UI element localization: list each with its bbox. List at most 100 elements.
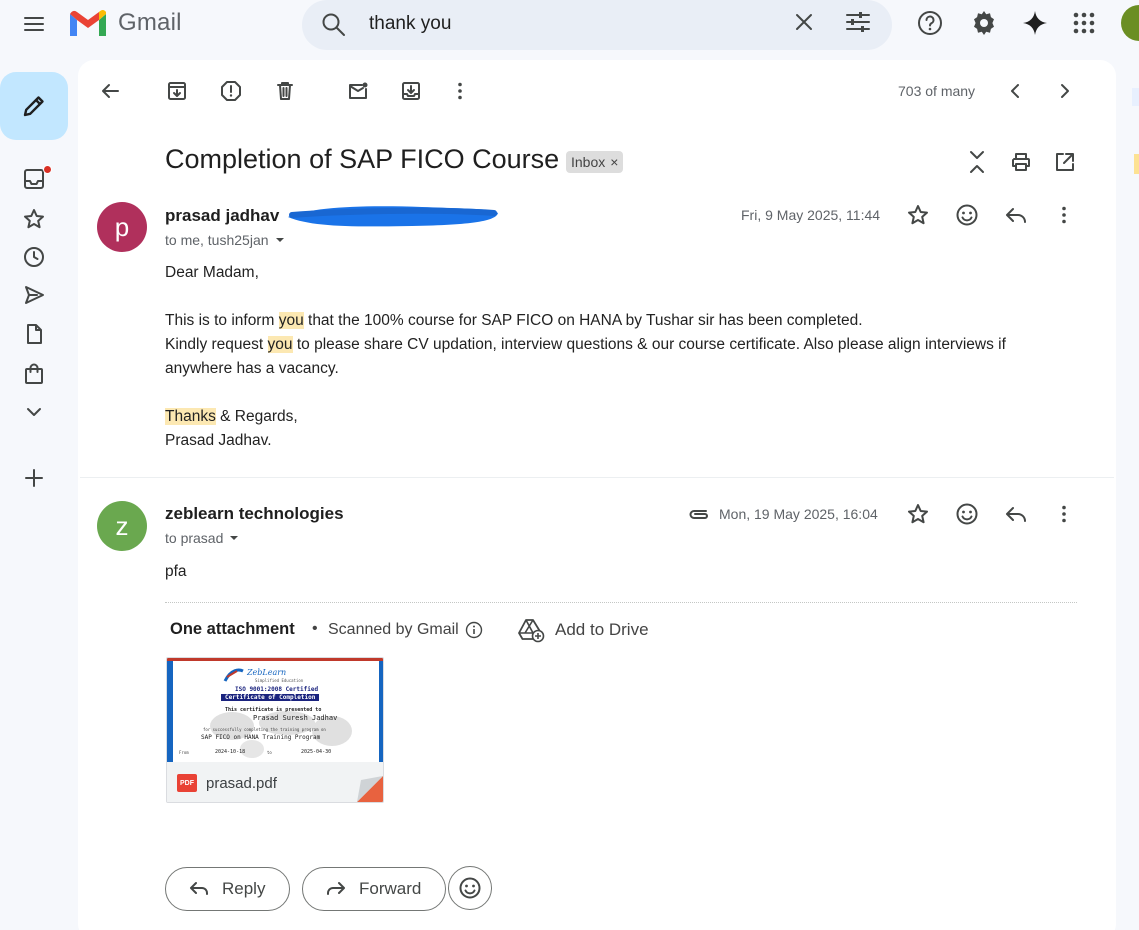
- star-icon: [24, 209, 44, 229]
- print-button[interactable]: [1004, 145, 1038, 179]
- forward-pill-button[interactable]: Forward: [302, 867, 447, 911]
- message-body: pfa: [165, 563, 187, 580]
- chevron-left-icon: [1011, 84, 1019, 98]
- reply-icon: [1006, 208, 1026, 223]
- nav-purchases[interactable]: [14, 357, 54, 391]
- collapse-all-button[interactable]: [960, 145, 994, 179]
- gear-icon: [974, 11, 994, 35]
- older-button[interactable]: [1047, 74, 1081, 108]
- reply-pill-button[interactable]: Reply: [165, 867, 291, 911]
- emoji-icon: [956, 503, 978, 525]
- report-spam-button[interactable]: [214, 74, 248, 108]
- unfold-less-icon: [970, 151, 984, 173]
- account-avatar[interactable]: [1121, 5, 1139, 41]
- cert-from-label: From: [179, 750, 189, 755]
- text: Kindly request: [165, 336, 268, 353]
- recipients-toggle[interactable]: to prasad: [165, 530, 239, 546]
- scanned-info[interactable]: Scanned by Gmail: [328, 621, 483, 639]
- reply-button[interactable]: [998, 197, 1034, 233]
- text: & Regards,: [215, 408, 298, 425]
- settings-button[interactable]: [964, 3, 1004, 43]
- gmail-logo[interactable]: Gmail: [68, 8, 182, 38]
- send-icon: [25, 286, 44, 304]
- report-icon: [221, 81, 241, 101]
- move-to-inbox-icon: [402, 82, 420, 100]
- star-icon: [908, 205, 928, 225]
- attachment-preview: ZebLearn Simplified Education ISO 9001:2…: [167, 658, 383, 765]
- open-new-window-button[interactable]: [1048, 145, 1082, 179]
- add-reaction-button[interactable]: [949, 197, 985, 233]
- clear-search-button[interactable]: [790, 8, 818, 36]
- sender-name[interactable]: prasad jadhav: [165, 206, 279, 226]
- attachment-card[interactable]: ZebLearn Simplified Education ISO 9001:2…: [166, 657, 384, 803]
- reply-button[interactable]: [998, 496, 1034, 532]
- plus-icon: [25, 469, 43, 487]
- pager-label: 703 of many: [898, 83, 976, 99]
- body-line: Kindly request you to please share CV up…: [165, 333, 1006, 357]
- remove-label-button[interactable]: ×: [610, 154, 618, 170]
- forward-icon: [327, 882, 345, 895]
- message-more-button[interactable]: [1046, 197, 1082, 233]
- side-panel-edge-keep: [1134, 154, 1139, 174]
- separator: •: [312, 620, 318, 637]
- sender-avatar[interactable]: z: [97, 501, 147, 551]
- page-curl-icon: [357, 776, 383, 802]
- attachments-title: One attachment: [170, 620, 295, 638]
- support-button[interactable]: [910, 3, 950, 43]
- search-icon[interactable]: [318, 9, 350, 41]
- reply-icon: [190, 882, 208, 895]
- more-options-button[interactable]: [443, 74, 477, 108]
- archive-button[interactable]: [160, 74, 194, 108]
- message-date: Mon, 19 May 2025, 16:04: [719, 506, 878, 522]
- cert-brand: ZebLearn: [247, 668, 287, 677]
- add-reaction-button[interactable]: [949, 496, 985, 532]
- delete-button[interactable]: [268, 74, 302, 108]
- shopping-bag-icon: [25, 363, 43, 384]
- back-button[interactable]: [93, 74, 127, 108]
- attachment-icon: [689, 510, 708, 519]
- main-menu-button[interactable]: [14, 6, 54, 42]
- tune-icon: [846, 12, 870, 32]
- star-button[interactable]: [900, 197, 936, 233]
- mail-unread-icon: [349, 82, 368, 99]
- pdf-icon: PDF: [177, 774, 197, 792]
- cert-line: for successfully completing the training…: [203, 727, 326, 732]
- recipients-toggle[interactable]: to me, tush25jan: [165, 232, 285, 248]
- reply-icon: [1006, 507, 1026, 522]
- star-button[interactable]: [900, 496, 936, 532]
- add-to-drive-button[interactable]: Add to Drive: [517, 617, 649, 643]
- cert-name: Prasad Suresh Jadhav: [253, 714, 338, 722]
- recipients-text: to prasad: [165, 530, 224, 546]
- side-panel-edge: [1132, 88, 1139, 106]
- compose-button[interactable]: [0, 72, 68, 140]
- thread-subject: Completion of SAP FICO Course: [165, 144, 560, 174]
- sender-name[interactable]: zeblearn technologies: [165, 504, 344, 524]
- search-options-button[interactable]: [844, 8, 872, 36]
- move-to-button[interactable]: [394, 74, 428, 108]
- more-vert-icon: [1062, 206, 1066, 224]
- nav-sent[interactable]: [14, 278, 54, 312]
- text: that the 100% course for SAP FICO on HAN…: [303, 312, 863, 329]
- nav-starred[interactable]: [14, 202, 54, 236]
- nav-more[interactable]: [14, 395, 54, 429]
- body-line: This is to inform you that the 100% cour…: [165, 309, 1006, 333]
- search-input[interactable]: [369, 12, 749, 36]
- forward-label: Forward: [359, 879, 422, 898]
- message-more-button[interactable]: [1046, 496, 1082, 532]
- gemini-button[interactable]: [1015, 3, 1055, 43]
- zeblearn-logo-icon: [223, 668, 244, 682]
- react-pill-button[interactable]: [448, 866, 492, 910]
- search-highlight: you: [278, 312, 304, 329]
- nav-drafts[interactable]: [14, 317, 54, 351]
- create-label-button[interactable]: [14, 461, 54, 495]
- signature-name: Prasad Jadhav.: [165, 432, 272, 449]
- nav-snoozed[interactable]: [14, 240, 54, 274]
- attachment-filename: prasad.pdf: [206, 774, 277, 792]
- sender-avatar[interactable]: p: [97, 202, 147, 252]
- avatar-letter: p: [114, 211, 130, 242]
- apps-button[interactable]: [1064, 3, 1104, 43]
- cert-to-label: to: [267, 750, 272, 755]
- add-to-drive-label: Add to Drive: [555, 620, 649, 639]
- mark-unread-button[interactable]: [341, 74, 375, 108]
- newer-button[interactable]: [999, 74, 1033, 108]
